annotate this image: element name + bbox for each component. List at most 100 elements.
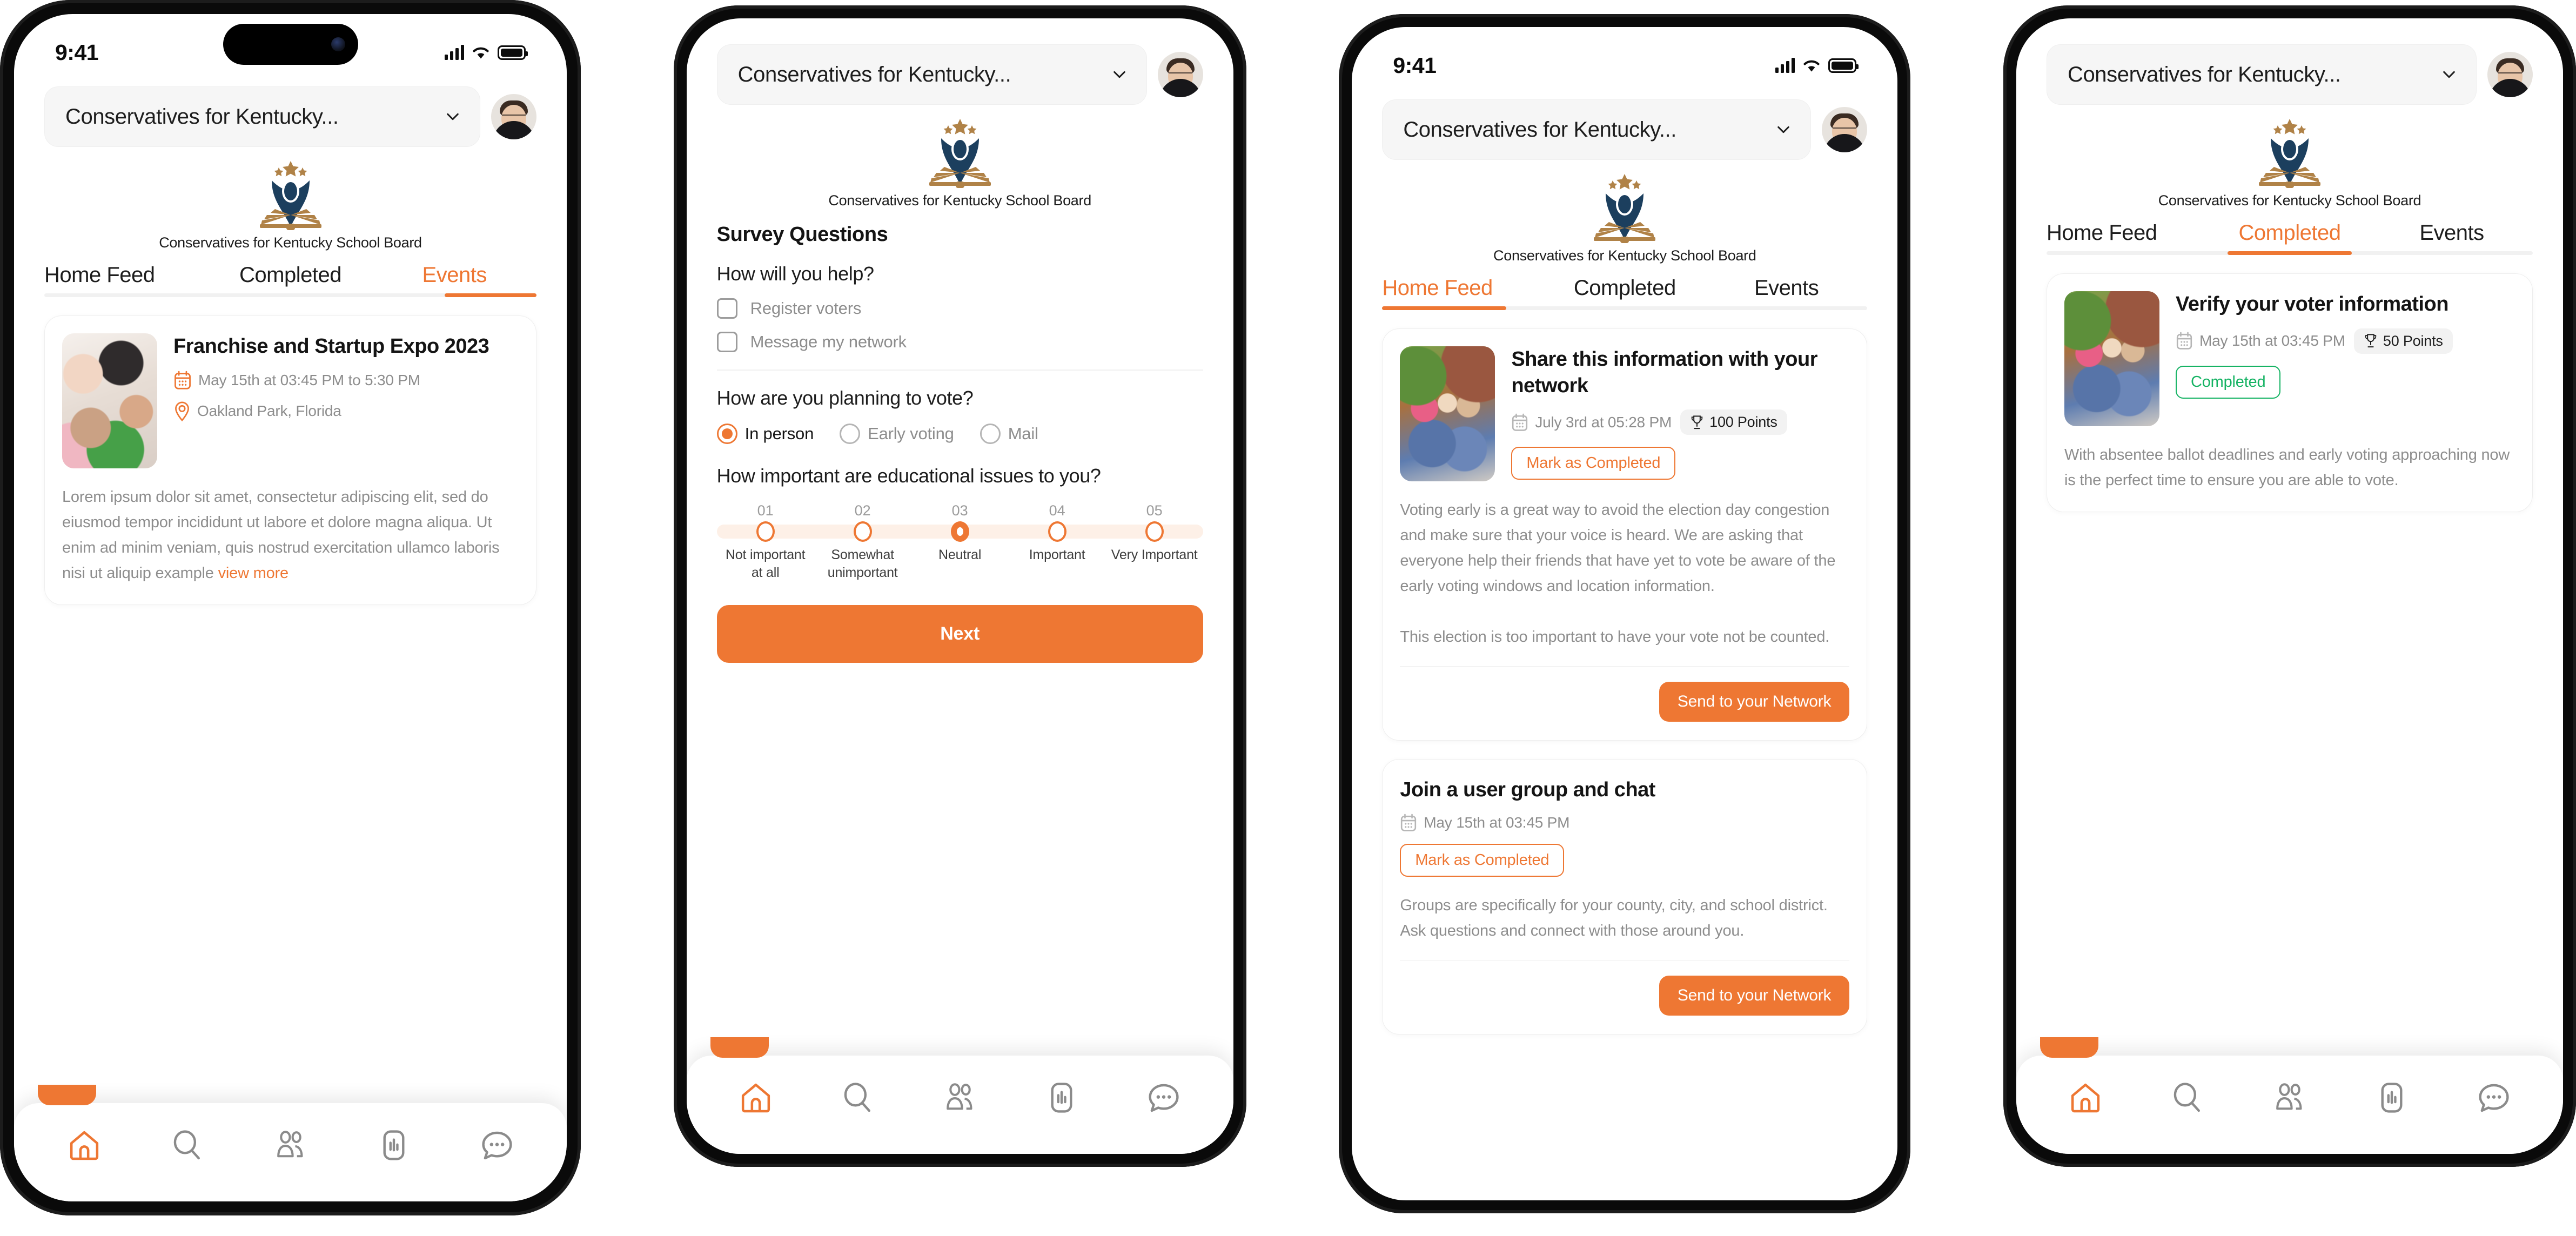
nav-search[interactable] [826, 1074, 890, 1121]
nav-chat[interactable] [2461, 1074, 2526, 1121]
radio-option-in-person[interactable]: In person [716, 424, 814, 444]
feed-card[interactable]: Join a user group and chat May 15th at 0… [1382, 758, 1868, 1035]
radio-option-early-voting[interactable]: Early voting [840, 424, 954, 444]
brand-block-4: Conservatives for Kentucky School Board [2016, 105, 2563, 213]
scale-label-2: Somewhat unimportant [827, 547, 898, 580]
feed-card-main: Join a user group and chat May 15th at 0… [1400, 777, 1849, 877]
completed-thumbnail [2064, 291, 2159, 426]
nav-chat[interactable] [1131, 1074, 1196, 1121]
next-button[interactable]: Next [716, 605, 1203, 663]
location-pin-icon [175, 401, 189, 421]
organization-selector-4[interactable]: Conservatives for Kentucky... [2046, 44, 2477, 105]
calendar-icon [1512, 413, 1528, 431]
nav-search[interactable] [155, 1122, 220, 1168]
home-icon [2071, 1083, 2100, 1113]
event-location: Oakland Park, Florida [173, 401, 341, 421]
avatar-body [2488, 79, 2531, 97]
organization-logo-icon [2258, 119, 2320, 188]
tab-events[interactable]: Events [1706, 276, 1867, 310]
scale-dot-4[interactable] [1048, 521, 1066, 542]
event-location-row: Oakland Park, Florida [173, 401, 519, 421]
search-icon [844, 1083, 870, 1112]
mark-as-completed-button[interactable]: Mark as Completed [1511, 447, 1676, 480]
tab-events[interactable]: Events [372, 263, 536, 297]
tab-home-feed[interactable]: Home Feed [2047, 221, 2209, 255]
nav-people[interactable] [2257, 1074, 2322, 1121]
scale-numbers: 01 02 03 04 05 [717, 502, 1203, 519]
avatar[interactable] [491, 94, 536, 139]
checkbox-icon[interactable] [716, 298, 737, 319]
radio-icon[interactable] [840, 424, 861, 444]
status-bar-3: 9:41 [1352, 27, 1897, 88]
avatar-2[interactable] [1157, 52, 1203, 97]
feed-title: Join a user group and chat [1400, 778, 1655, 801]
nav-chat[interactable] [465, 1122, 529, 1168]
tab-completed[interactable]: Completed [209, 263, 373, 297]
tab-events[interactable]: Events [2371, 221, 2533, 255]
scale-dot-5[interactable] [1145, 521, 1164, 542]
status-time: 9:41 [55, 39, 99, 65]
radio-option-mail[interactable]: Mail [980, 424, 1038, 444]
radio-icon[interactable] [980, 424, 1001, 444]
checkbox-row-register-voters[interactable]: Register voters [716, 298, 1203, 319]
chat-bubble-icon [1149, 1084, 1179, 1112]
feed-card[interactable]: Share this information with your network [1382, 328, 1868, 741]
completed-list: Verify your voter information May 15th a… [2016, 273, 2563, 512]
nav-active-pill [38, 1085, 96, 1105]
nav-search[interactable] [2155, 1074, 2220, 1121]
nav-people[interactable] [258, 1122, 323, 1168]
feed-description: Voting early is a great way to avoid the… [1400, 501, 1836, 646]
checkbox-row-message-network[interactable]: Message my network [716, 332, 1203, 352]
scale-track[interactable] [716, 521, 1203, 542]
completed-card[interactable]: Verify your voter information May 15th a… [2046, 273, 2533, 512]
avatar-body [493, 121, 535, 139]
scale-label-3: Neutral [938, 547, 982, 562]
organization-selector-2[interactable]: Conservatives for Kentucky... [716, 44, 1147, 105]
send-to-network-button[interactable]: Send to your Network [1659, 681, 1850, 722]
radio-label-in-person: In person [744, 424, 814, 443]
tab-active-underline [1382, 306, 1507, 310]
nav-stats[interactable] [1029, 1074, 1094, 1121]
radio-label-mail: Mail [1008, 424, 1038, 443]
avatar-glasses [2498, 72, 2522, 78]
organization-name: Conservatives for Kentucky... [65, 104, 339, 129]
avatar-3[interactable] [1822, 107, 1868, 152]
nav-people[interactable] [928, 1074, 992, 1121]
nav-home[interactable] [2053, 1074, 2118, 1121]
feed-meta-row: May 15th at 03:45 PM [1400, 814, 1849, 832]
scale-dot-1[interactable] [756, 521, 775, 542]
scale-dot-2[interactable] [853, 521, 872, 542]
app-header: Conservatives for Kentucky... [14, 75, 567, 147]
tab-home-feed[interactable]: Home Feed [44, 263, 209, 297]
chevron-down-icon [444, 108, 461, 125]
nav-home[interactable] [52, 1122, 117, 1168]
nav-stats[interactable] [361, 1122, 426, 1168]
event-date-text: May 15th at 03:45 PM to 5:30 PM [198, 371, 420, 388]
avatar-body [1159, 79, 1202, 97]
radio-icon-selected[interactable] [716, 424, 737, 444]
phone-1-screen: 9:41 Conservatives for Kentucky... Conse… [14, 14, 567, 1201]
organization-selector-3[interactable]: Conservatives for Kentucky... [1382, 99, 1812, 160]
feed-meta-row: July 3rd at 05:28 PM 100 Points [1511, 409, 1849, 435]
avatar-glasses [1168, 72, 1192, 78]
mark-as-completed-button[interactable]: Mark as Completed [1400, 844, 1565, 877]
tab-completed[interactable]: Completed [1544, 276, 1706, 310]
nav-stats[interactable] [2359, 1074, 2424, 1121]
organization-selector[interactable]: Conservatives for Kentucky... [44, 86, 480, 147]
nav-home[interactable] [723, 1074, 788, 1121]
avatar-4[interactable] [2487, 52, 2533, 97]
tab-completed[interactable]: Completed [2209, 221, 2371, 255]
phone-4-completed: Conservatives for Kentucky... Conservati… [2003, 5, 2576, 1167]
event-card[interactable]: Franchise and Startup Expo 2023 May 15th… [44, 315, 536, 605]
view-more-link[interactable]: view more [218, 565, 289, 582]
completed-date: May 15th at 03:45 PM [2176, 332, 2345, 350]
tab-active-underline [445, 293, 536, 297]
card-actions: Send to your Network [1400, 960, 1850, 1016]
tab-home-feed[interactable]: Home Feed [1382, 276, 1544, 310]
checkbox-icon[interactable] [716, 332, 737, 352]
scale-dot-3-selected[interactable] [950, 521, 969, 542]
brand-block: Conservatives for Kentucky School Board [14, 147, 567, 256]
completed-card-main: Verify your voter information May 15th a… [2175, 291, 2515, 426]
send-to-network-button[interactable]: Send to your Network [1659, 976, 1850, 1016]
scale-number-4: 04 [1049, 502, 1065, 519]
